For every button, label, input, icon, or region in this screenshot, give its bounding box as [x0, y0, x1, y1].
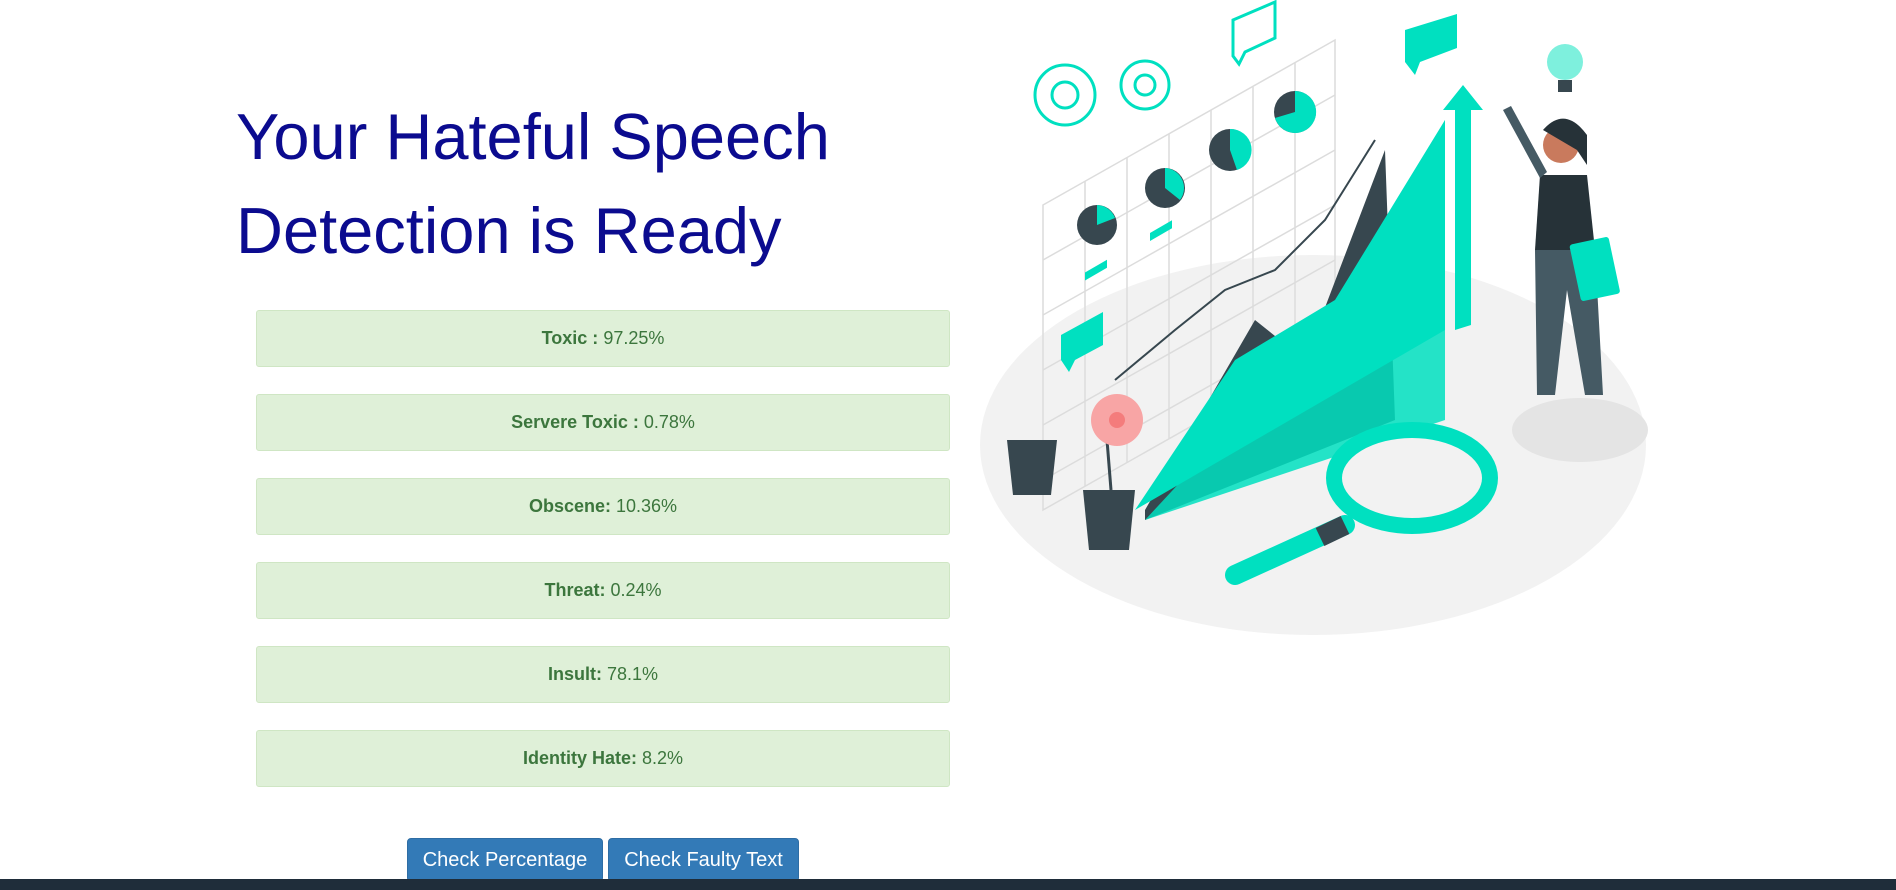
data-analysis-illustration-icon	[980, 0, 1648, 635]
result-value: 8.2%	[641, 748, 684, 768]
result-value: 0.78%	[643, 412, 695, 432]
result-toxic: Toxic : 97.25%	[256, 310, 950, 367]
result-obscene: Obscene: 10.36%	[256, 478, 950, 535]
result-value: 78.1%	[606, 664, 659, 684]
result-label: Threat:	[544, 580, 611, 600]
result-identity-hate: Identity Hate: 8.2%	[256, 730, 950, 787]
result-value: 97.25%	[603, 328, 665, 348]
result-insult: Insult: 78.1%	[256, 646, 950, 703]
result-value: 0.24%	[610, 580, 662, 600]
result-label: Toxic :	[541, 328, 604, 348]
page-title: Your Hateful Speech Detection is Ready	[236, 90, 876, 278]
footer-bar	[0, 879, 1896, 890]
result-label: Servere Toxic :	[511, 412, 644, 432]
result-value: 10.36%	[615, 496, 678, 516]
result-label: Insult:	[547, 664, 607, 684]
check-percentage-button[interactable]: Check Percentage	[407, 838, 603, 882]
result-severe-toxic: Servere Toxic : 0.78%	[256, 394, 950, 451]
check-faulty-text-button[interactable]: Check Faulty Text	[608, 838, 799, 882]
result-label: Identity Hate:	[522, 748, 642, 768]
title-line-1: Your Hateful Speech	[236, 100, 830, 173]
result-label: Obscene:	[528, 496, 616, 516]
result-threat: Threat: 0.24%	[256, 562, 950, 619]
title-line-2: Detection is Ready	[236, 194, 782, 267]
